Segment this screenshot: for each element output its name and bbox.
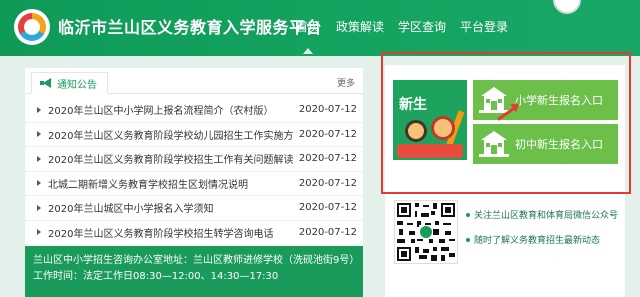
user-avatar-icon[interactable] bbox=[553, 0, 581, 14]
consult-info-box: 兰山区中小学招生咨询办公室地址：兰山区教师进修学校（洗砚池街9号） 工作时间：法… bbox=[25, 246, 363, 297]
bullet-icon bbox=[37, 155, 41, 162]
notice-tab[interactable]: 通知公告 bbox=[31, 72, 108, 94]
notice-header: 通知公告 更多 bbox=[25, 68, 363, 94]
list-item[interactable]: 2020年兰山区义务教育阶段学校招生工作有关问题解读说明 2020-07-12 bbox=[25, 147, 363, 172]
notice-title[interactable]: 2020年兰山区中小学网上报名流程简介（农村版） bbox=[48, 102, 294, 117]
nav-policy[interactable]: 政策解读 bbox=[336, 18, 384, 35]
notice-title[interactable]: 2020年兰山区义务教育阶段学校招生工作有关问题解读说明 bbox=[48, 151, 294, 166]
qr-description: 关注兰山区教育和体育局微信公众号 随时了解义务教育招生最新动态 bbox=[466, 208, 618, 258]
consult-address: 兰山区中小学招生咨询办公室地址：兰山区教师进修学校（洗砚池街9号） bbox=[33, 255, 360, 266]
nav-platform-login[interactable]: 平台登录 bbox=[460, 18, 508, 35]
logo-icon bbox=[14, 9, 50, 45]
list-item[interactable]: 北城二期新增义务教育学校招生区划情况说明 2020-07-12 bbox=[25, 172, 363, 196]
list-item[interactable]: 2020年兰山区义务教育阶段学校幼儿园招生工作实施方案 2020-07-12 bbox=[25, 123, 363, 147]
qr-line: 关注兰山区教育和体育局微信公众号 bbox=[466, 208, 618, 221]
bullet-icon bbox=[37, 106, 41, 113]
bullet-icon bbox=[466, 237, 470, 242]
bullet-icon bbox=[37, 180, 41, 187]
top-header: 临沂市兰山区义务教育入学服务平台 首页 政策解读 学区查询 平台登录 bbox=[0, 0, 640, 56]
notice-title[interactable]: 2020年兰山城区中小学报名入学须知 bbox=[48, 200, 294, 215]
qr-line-text: 关注兰山区教育和体育局微信公众号 bbox=[474, 211, 619, 221]
bullet-icon bbox=[466, 212, 470, 217]
qr-line: 随时了解义务教育招生最新动态 bbox=[466, 233, 618, 246]
nav-district-query[interactable]: 学区查询 bbox=[398, 18, 446, 35]
notice-date: 2020-07-12 bbox=[298, 104, 357, 116]
consult-hours: 工作时间：法定工作日08:30—12:00、14:30—17:30 bbox=[33, 271, 279, 282]
notice-date: 2020-07-12 bbox=[298, 202, 357, 214]
notice-list: 2020年兰山区中小学网上报名流程简介（农村版） 2020-07-12 2020… bbox=[25, 98, 363, 245]
highlight-frame bbox=[381, 52, 631, 194]
list-item[interactable]: 2020年兰山区义务教育阶段学校招生转学咨询电话 2020-07-12 bbox=[25, 221, 363, 245]
bullet-icon bbox=[37, 229, 41, 236]
notice-panel: 通知公告 更多 2020年兰山区中小学网上报名流程简介（农村版） 2020-07… bbox=[25, 68, 363, 246]
notice-date: 2020-07-12 bbox=[298, 177, 357, 189]
notice-tab-label: 通知公告 bbox=[57, 79, 97, 91]
more-link[interactable]: 更多 bbox=[337, 76, 355, 89]
list-item[interactable]: 2020年兰山区中小学网上报名流程简介（农村版） 2020-07-12 bbox=[25, 98, 363, 123]
notice-title[interactable]: 2020年兰山区义务教育阶段学校招生转学咨询电话 bbox=[48, 225, 294, 240]
megaphone-icon bbox=[40, 78, 52, 88]
list-item[interactable]: 2020年兰山城区中小学报名入学须知 2020-07-12 bbox=[25, 196, 363, 221]
nav-home[interactable]: 首页 bbox=[296, 18, 320, 54]
qr-line-text: 随时了解义务教育招生最新动态 bbox=[474, 236, 601, 246]
qr-code bbox=[394, 200, 458, 264]
notice-title[interactable]: 北城二期新增义务教育学校招生区划情况说明 bbox=[48, 176, 294, 191]
notice-title[interactable]: 2020年兰山区义务教育阶段学校幼儿园招生工作实施方案 bbox=[48, 127, 294, 142]
bullet-icon bbox=[37, 131, 41, 138]
notice-date: 2020-07-12 bbox=[298, 226, 357, 238]
site-title: 临沂市兰山区义务教育入学服务平台 bbox=[58, 18, 323, 37]
bullet-icon bbox=[37, 204, 41, 211]
notice-date: 2020-07-12 bbox=[298, 153, 357, 165]
notice-date: 2020-07-12 bbox=[298, 128, 357, 140]
